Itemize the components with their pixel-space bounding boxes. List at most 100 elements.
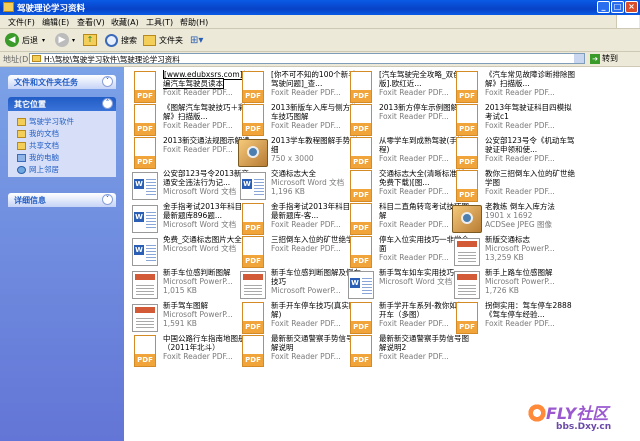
file-item[interactable]: 新手车位感判断图解 Microsoft PowerP... 1,015 KB: [130, 268, 254, 304]
file-item[interactable]: PDF 《汽车常见故障诊断排除图解》扫描版... Foxit Reader PDF.…: [452, 70, 576, 106]
menu-help[interactable]: 帮助(H): [180, 17, 208, 28]
file-name: 中国公路行车指南地图册（2011年北斗）: [163, 334, 246, 352]
folders-button[interactable]: 文件夹: [143, 32, 183, 48]
file-item[interactable]: 新手上路车位感图解 Microsoft PowerP... 1,726 KB: [452, 268, 576, 304]
place-driving-software[interactable]: 驾驶学习软件: [17, 116, 74, 127]
menu-favorites[interactable]: 收藏(A): [111, 17, 139, 28]
file-item[interactable]: PDF 拐倒实用：驾车停车2888《驾车停车经验... Foxit Reader P…: [452, 301, 576, 337]
chevron-down-icon[interactable]: ˅: [102, 194, 113, 205]
file-item[interactable]: PDF 2013年驾驶证科目四模拟考试c1 Foxit Reader PDF...: [452, 103, 576, 139]
up-folder-button[interactable]: ↑: [83, 32, 97, 48]
views-icon: ⊞▾: [190, 34, 204, 46]
chevron-up-icon[interactable]: ˄: [102, 98, 113, 109]
chevron-down-icon[interactable]: ˅: [102, 76, 113, 87]
file-item[interactable]: PDF 三招倒车入位的矿世绝学 Foxit Reader PDF...: [238, 235, 362, 271]
menu-file[interactable]: 文件(F): [8, 17, 35, 28]
title-bar[interactable]: 驾驶理论学习资料 _ □ ×: [0, 0, 640, 15]
file-name: 金手指考试2013年科目一最新题库-客...: [271, 202, 358, 220]
file-item[interactable]: PDF [www.edubxsrs.com]新编汽车驾驶员读本 Foxit Read…: [130, 70, 254, 106]
file-item[interactable]: PDF 中国公路行车指南地图册（2011年北斗） Foxit Reader PDF.…: [130, 334, 254, 370]
address-label: 地址(D): [3, 55, 32, 64]
folder-icon: [17, 141, 26, 150]
file-type: Foxit Reader PDF...: [485, 154, 555, 163]
image-file-icon: [452, 203, 482, 236]
file-item[interactable]: W 金手指考试2013年科目一最新题库896题... Microsoft Word …: [130, 202, 254, 238]
minimize-button[interactable]: _: [597, 1, 610, 13]
powerpoint-file-icon: [452, 269, 482, 302]
address-field[interactable]: H:\驾校\驾驶学习软件\驾驶理论学习资料: [29, 53, 585, 64]
other-places-list: 驾驶学习软件 我的文档 共享文档 我的电脑 网上邻居: [8, 111, 116, 177]
pdf-file-icon: PDF: [238, 104, 268, 137]
details-title: 详细信息: [14, 196, 46, 205]
views-button[interactable]: ⊞▾: [190, 32, 203, 48]
maximize-button[interactable]: □: [611, 1, 624, 13]
file-name: 新手车位感判断图解: [163, 268, 231, 277]
back-button[interactable]: ◀ 后退 ▾: [5, 32, 45, 48]
go-arrow-icon: ➔: [590, 53, 600, 64]
back-dropdown-icon[interactable]: ▾: [42, 37, 45, 44]
file-item[interactable]: 新版交通标志 Microsoft PowerP... 13,259 KB: [452, 235, 576, 271]
network-icon: [17, 165, 26, 174]
forward-dropdown-icon[interactable]: ▾: [72, 37, 75, 44]
file-item[interactable]: PDF 2013新交通法规图示解读 Foxit Reader PDF...: [130, 136, 254, 172]
place-network[interactable]: 网上邻居: [17, 164, 59, 175]
file-info: 公安部123号令《机动车驾驶证申领和使... Foxit Reader PDF..…: [485, 136, 576, 172]
forward-button[interactable]: ▶ ▾: [55, 32, 75, 48]
file-name: [你不可不知的100个新手驾驶问题]_查...: [271, 70, 356, 88]
word-document-icon: W: [130, 236, 160, 269]
powerpoint-file-icon: [238, 269, 268, 302]
file-item[interactable]: 2013学车教程图解手势详细 750 x 3000: [238, 136, 362, 172]
place-shared-documents[interactable]: 共享文档: [17, 140, 59, 151]
file-item[interactable]: PDF 金手指考试2013年科目一最新题库-客... Foxit Reader PD…: [238, 202, 362, 238]
file-item[interactable]: PDF 公安部123号令《机动车驾驶证申领和使... Foxit Reader PD…: [452, 136, 576, 172]
folder-icon: [32, 55, 41, 62]
star-icon: [526, 402, 548, 424]
close-button[interactable]: ×: [625, 1, 638, 13]
file-item[interactable]: PDF [你不可不知的100个新手驾驶问题]_查... Foxit Reader P…: [238, 70, 362, 106]
file-item[interactable]: PDF 《图解汽车驾驶技巧＋彩图解》扫描版... Foxit Reader PDF.…: [130, 103, 254, 139]
place-label: 我的文档: [29, 129, 59, 138]
file-item[interactable]: PDF 最新新交通警察手势信号图解说明2 Foxit Reader PDF...: [346, 334, 470, 370]
menu-edit[interactable]: 编辑(E): [42, 17, 69, 28]
menu-tools[interactable]: 工具(T): [146, 17, 173, 28]
file-item[interactable]: PDF 教你三招倒车入位的矿世绝学图 Foxit Reader PDF...: [452, 169, 576, 205]
file-name: 新手开车停车技巧(真实图解): [271, 301, 357, 319]
file-item[interactable]: PDF 2013新版车入库与侧方停车技巧图解 Foxit Reader PDF...: [238, 103, 362, 139]
menu-view[interactable]: 查看(V): [77, 17, 105, 28]
file-name: 免费_交通标志图片大全: [163, 235, 242, 244]
file-type: Foxit Reader PDF...: [485, 88, 555, 97]
file-info: 最新新交通警察手势信号图解说明2 Foxit Reader PDF...: [379, 334, 470, 370]
file-item[interactable]: 老教练 倒车入库方法 1901 x 1692 ACDSee JPEG 图像: [452, 202, 576, 238]
file-item[interactable]: 新手驾车图解 Microsoft PowerP... 1,591 KB: [130, 301, 254, 337]
folder-icon: [3, 2, 14, 12]
place-label: 共享文档: [29, 141, 59, 150]
pdf-file-icon: PDF: [452, 302, 482, 335]
place-my-computer[interactable]: 我的电脑: [17, 152, 59, 163]
file-size: 13,259 KB: [485, 253, 524, 262]
pdf-file-icon: PDF: [346, 203, 376, 236]
details-header[interactable]: 详细信息 ˅: [8, 193, 116, 207]
pdf-file-icon: PDF: [452, 170, 482, 203]
up-folder-icon: ↑: [83, 34, 97, 46]
pdf-file-icon: PDF: [346, 71, 376, 104]
watermark-logo: FLY社区 bbs.Dxy.cn: [520, 398, 638, 440]
search-button[interactable]: 搜索: [105, 32, 137, 48]
file-item[interactable]: 新手车位感判断图解及倒车技巧 Microsoft PowerP...: [238, 268, 362, 304]
windows-flag-icon: [616, 15, 639, 28]
file-info: 教你三招倒车入位的矿世绝学图 Foxit Reader PDF...: [485, 169, 576, 205]
address-path: H:\驾校\驾驶学习软件\驾驶理论学习资料: [44, 55, 180, 64]
file-item[interactable]: PDF 最新新交通警察手势信号图解说明 Foxit Reader PDF...: [238, 334, 362, 370]
file-name: 《汽车常见故障诊断排除图解》扫描版...: [485, 70, 575, 88]
file-item[interactable]: PDF 新手开车停车技巧(真实图解) Foxit Reader PDF...: [238, 301, 362, 337]
place-my-documents[interactable]: 我的文档: [17, 128, 59, 139]
file-tasks-header[interactable]: 文件和文件夹任务 ˅: [8, 75, 116, 89]
file-item[interactable]: W 公安部123号令2013新交通安全违法行为记... Microsoft Word…: [130, 169, 254, 205]
file-name: 2013新版车入库与侧方停车技巧图解: [271, 103, 358, 121]
menu-bar: 文件(F) 编辑(E) 查看(V) 收藏(A) 工具(T) 帮助(H): [0, 15, 640, 29]
other-places-header[interactable]: 其它位置 ˄: [8, 97, 116, 111]
file-item[interactable]: W 交通标志大全 Microsoft Word 文档 1,196 KB: [238, 169, 362, 205]
pdf-file-icon: PDF: [130, 137, 160, 170]
file-item[interactable]: W 免费_交通标志图片大全 Microsoft Word 文档: [130, 235, 254, 271]
go-button[interactable]: ➔ 转到: [590, 53, 618, 64]
address-dropdown-icon[interactable]: [574, 54, 584, 63]
